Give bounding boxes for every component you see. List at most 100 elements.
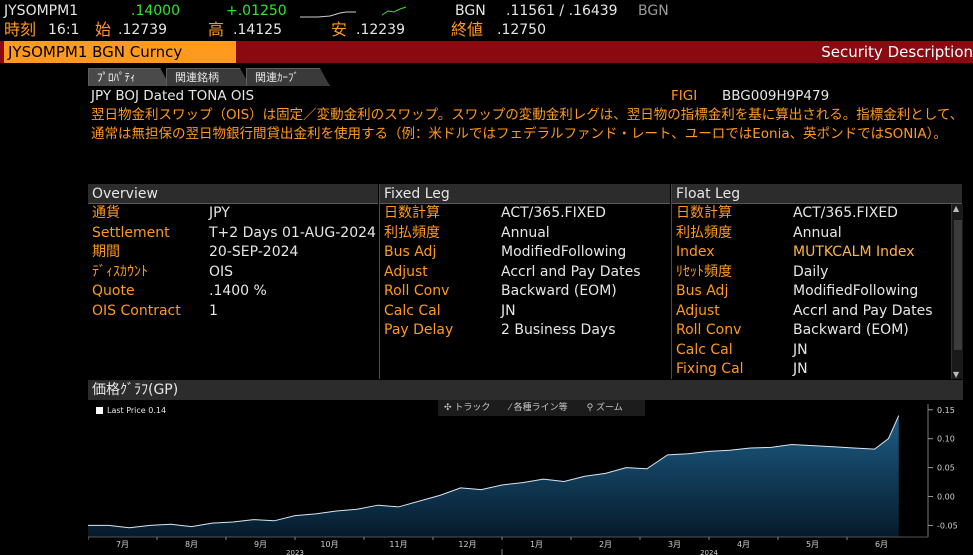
zoom-tool-label: ズーム	[596, 403, 623, 413]
chart-toolbar: ✣ トラック ⁄ 各種ライン等 ⚲ ズーム	[438, 400, 645, 416]
track-tool-label: トラック	[454, 403, 491, 413]
legend-label: Last Price 0.14	[107, 406, 167, 415]
overview-row: Settlement T+2 Days 01-AUG-2024	[88, 224, 378, 244]
float-leg-scrollbar[interactable]: ▲ ▼	[951, 204, 963, 379]
field-label: Index	[676, 244, 715, 260]
field-value: ACT/365.FIXED	[501, 205, 606, 221]
field-value: Annual	[501, 224, 550, 241]
field-label: ﾃﾞｨｽｶｳﾝﾄ	[92, 263, 148, 280]
field-label: Adjust	[676, 302, 720, 319]
low-value: .12239	[356, 22, 405, 38]
zoom-tool[interactable]: ⚲ ズーム	[587, 403, 631, 413]
field-label: Fixing Cal	[676, 361, 744, 377]
x-tick-label: 7月	[116, 540, 129, 549]
price-chart[interactable]: 0.15 0.10 0.05 0.00 -0.05 7月 8月 9月 10月 11月 12月 1月 2月…	[88, 400, 973, 555]
field-value: Daily	[793, 263, 829, 280]
field-label: Roll Conv	[384, 283, 450, 299]
time-value: 16:1	[48, 22, 80, 38]
security-info: JPY BOJ Dated TONA OIS FIGI BBG009H9P479…	[88, 86, 973, 166]
x-tick-label: 9月	[254, 540, 267, 549]
x-tick-label: 5月	[806, 540, 819, 549]
field-value: ACT/365.FIXED	[793, 205, 898, 221]
overview-row: 通貨 JPY	[88, 204, 378, 224]
security-description: 翌日物金利スワップ（OIS）は固定／変動金利のスワップ。スワップの変動金利レグは…	[91, 107, 964, 142]
close-value: .12750	[497, 22, 546, 38]
fixed-leg-panel: Fixed Leg 日数計算 ACT/365.FIXED 利払頻度 Annual B…	[380, 184, 670, 379]
tab-related-curves[interactable]: 関連ｶｰﾌﾞ	[246, 68, 330, 86]
field-value: Annual	[793, 224, 842, 241]
x-year-label: 2023	[286, 549, 304, 555]
quote-line-1: JYSOMPM1 .14000 +.01250 BGN .11561 / .16…	[0, 1, 973, 21]
last-price: .14000	[131, 3, 180, 19]
x-tick-label: 3月	[668, 540, 681, 549]
float-leg-row: Bus Adj ModifiedFollowing	[672, 282, 962, 302]
fixed-leg-row: Calc Cal JN	[380, 302, 670, 322]
x-tick-label: 4月	[737, 540, 750, 549]
field-value: JN	[793, 361, 808, 377]
bgn-label-1: BGN	[455, 3, 486, 19]
y-tick-label: 0.15	[937, 406, 955, 415]
tab-properties[interactable]: ﾌﾟﾛﾊﾟﾃｨ	[88, 68, 170, 86]
field-label: 通貨	[92, 205, 120, 221]
x-tick-label: 10月	[320, 540, 338, 549]
field-label: Bus Adj	[384, 244, 437, 260]
open-value: .12739	[118, 22, 167, 38]
x-year-label: 2024	[700, 549, 718, 555]
security-field[interactable]: JYSOMPM1 BGN Curncy	[4, 41, 236, 63]
float-leg-row: Adjust Accrl and Pay Dates	[672, 302, 962, 322]
fixed-leg-row: Pay Delay 2 Business Days	[380, 321, 670, 341]
series-area	[88, 415, 899, 537]
field-label: 利払頻度	[384, 224, 440, 241]
overview-row: Quote .1400 %	[88, 282, 378, 302]
close-label: 終値	[451, 20, 484, 39]
field-label: 利払頻度	[676, 224, 732, 241]
index-link[interactable]: MUTKCALM Index	[793, 243, 915, 263]
field-label: 日数計算	[676, 205, 732, 221]
y-tick-label: 0.10	[937, 435, 955, 444]
bid-ask: .11561 / .16439	[506, 3, 618, 19]
overview-panel: Overview 通貨 JPY Settlement T+2 Days 01-AUG…	[88, 184, 378, 379]
x-tick-label: 2月	[599, 540, 612, 549]
scroll-up-arrow-icon[interactable]: ▲	[953, 204, 959, 213]
x-tick-label: 12月	[458, 540, 476, 549]
chart-legend: Last Price 0.14	[96, 406, 166, 415]
high-label: 高	[208, 20, 225, 39]
scroll-down-arrow-icon[interactable]: ▼	[953, 370, 959, 379]
field-value: ModifiedFollowing	[501, 244, 627, 260]
security-name: JPY BOJ Dated TONA OIS	[91, 88, 255, 104]
chart-header: 価格ｸﾞﾗﾌ(GP)	[88, 380, 963, 400]
float-leg-row: 利払頻度 Annual	[672, 224, 962, 244]
field-value: 2 Business Days	[501, 322, 616, 338]
field-value: Accrl and Pay Dates	[501, 263, 641, 280]
annotate-tool[interactable]: ⁄ 各種ライン等	[509, 403, 575, 413]
field-label: OIS Contract	[92, 302, 181, 319]
field-value: JPY	[209, 205, 230, 221]
field-value: Backward (EOM)	[793, 322, 909, 338]
sparkline	[300, 6, 407, 18]
tab-related-securities[interactable]: 関連銘柄	[166, 68, 250, 86]
fixed-leg-row: 日数計算 ACT/365.FIXED	[380, 204, 670, 224]
x-tick-label: 11月	[389, 540, 407, 549]
field-label: Quote	[92, 283, 135, 299]
fixed-leg-header: Fixed Leg	[380, 184, 670, 204]
overview-row: ﾃﾞｨｽｶｳﾝﾄ OIS	[88, 263, 378, 283]
net-change: +.01250	[226, 3, 287, 19]
high-value: .14125	[233, 22, 282, 38]
field-value: JN	[793, 341, 808, 358]
track-tool[interactable]: ✣ トラック	[444, 403, 498, 413]
field-label: Settlement	[92, 224, 170, 241]
float-leg-row: Roll Conv Backward (EOM)	[672, 321, 962, 341]
fixed-leg-row: 利払頻度 Annual	[380, 224, 670, 244]
scroll-thumb[interactable]	[954, 220, 962, 350]
overview-row: 期間 20-SEP-2024	[88, 243, 378, 263]
field-value: 1	[209, 302, 218, 319]
field-label: Pay Delay	[384, 322, 454, 338]
ticker: JYSOMPM1	[4, 3, 79, 19]
float-leg-row: Calc Cal JN	[672, 341, 962, 361]
field-value: Backward (EOM)	[501, 283, 617, 299]
field-label: Adjust	[384, 263, 428, 280]
figi-label: FIGI	[671, 88, 698, 104]
y-tick-label: -0.05	[937, 521, 958, 530]
float-leg-row: 日数計算 ACT/365.FIXED	[672, 204, 962, 224]
float-leg-panel: Float Leg 日数計算 ACT/365.FIXED 利払頻度 Annual I…	[672, 184, 962, 379]
